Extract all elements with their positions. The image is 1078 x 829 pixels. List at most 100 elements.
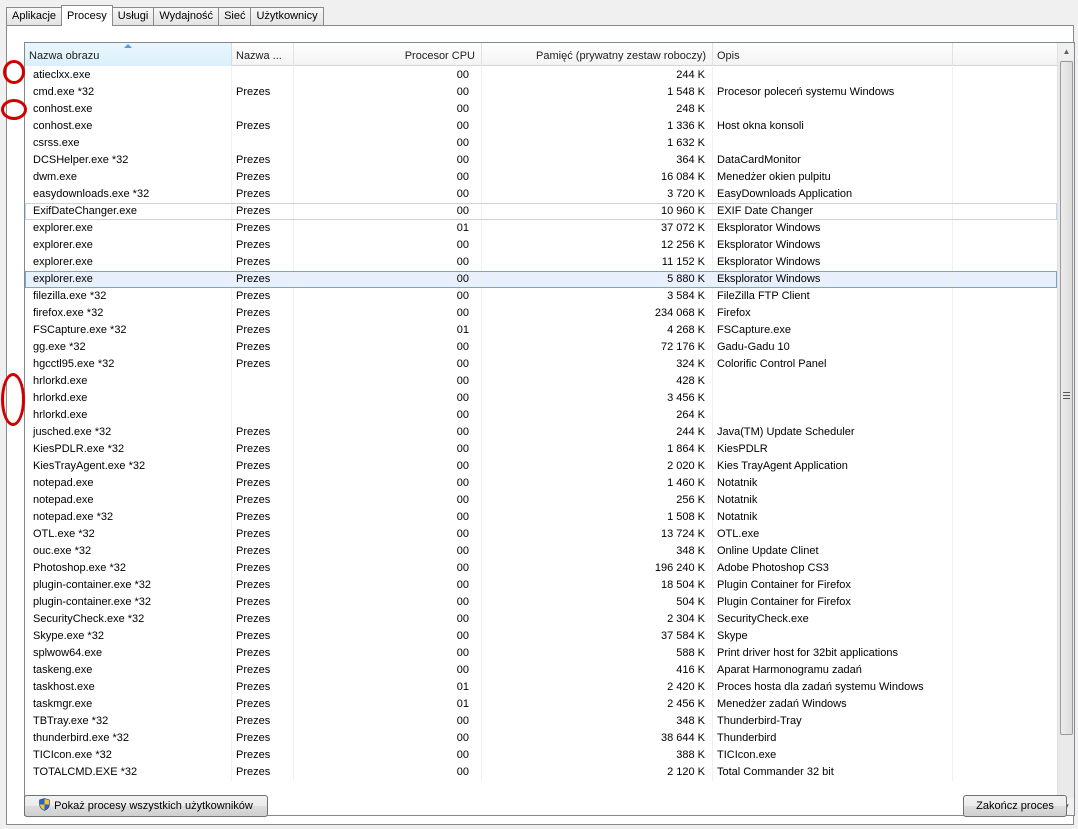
table-row[interactable]: taskeng.exe Prezes 00 416 K Aparat Harmonogr… — [25, 662, 1057, 679]
cell-cpu: 00 — [294, 305, 482, 322]
cell-image-name: DCSHelper.exe *32 — [25, 152, 232, 169]
cell-memory: 1 632 K — [482, 135, 713, 152]
cell-description: Thunderbird-Tray — [713, 713, 953, 730]
cell-memory: 504 K — [482, 594, 713, 611]
table-row[interactable]: cmd.exe *32 Prezes 00 1 548 K Procesor polec… — [25, 84, 1057, 101]
end-process-button[interactable]: Zakończ proces — [963, 795, 1067, 817]
table-row[interactable]: hgcctl95.exe *32 Prezes 00 324 K Colorific C… — [25, 356, 1057, 373]
scroll-up-icon[interactable]: ▲ — [1058, 43, 1074, 60]
cell-description — [713, 135, 953, 152]
cell-cpu: 00 — [294, 118, 482, 135]
table-row[interactable]: conhost.exe Prezes 00 1 336 K Host okna kons… — [25, 118, 1057, 135]
table-row[interactable]: notepad.exe Prezes 00 256 K Notatnik — [25, 492, 1057, 509]
table-row[interactable]: KiesTrayAgent.exe *32 Prezes 00 2 020 K Kies… — [25, 458, 1057, 475]
table-row[interactable]: dwm.exe Prezes 00 16 084 K Menedżer okien pu… — [25, 169, 1057, 186]
cell-description — [713, 101, 953, 118]
cell-cpu: 00 — [294, 356, 482, 373]
cell-cpu: 00 — [294, 84, 482, 101]
scrollbar-thumb[interactable] — [1060, 61, 1073, 735]
vertical-scrollbar[interactable]: ▲ ▼ — [1057, 43, 1074, 815]
tab-użytkownicy[interactable]: Użytkownicy — [250, 7, 324, 25]
table-row[interactable]: FSCapture.exe *32 Prezes 01 4 268 K FSCaptur… — [25, 322, 1057, 339]
cell-memory: 234 068 K — [482, 305, 713, 322]
table-row[interactable]: hrlorkd.exe 00 3 456 K — [25, 390, 1057, 407]
cell-image-name: TOTALCMD.EXE *32 — [25, 764, 232, 781]
table-row[interactable]: explorer.exe Prezes 00 12 256 K Eksplorator … — [25, 237, 1057, 254]
table-row[interactable]: taskhost.exe Prezes 01 2 420 K Proces hosta … — [25, 679, 1057, 696]
cell-cpu: 00 — [294, 407, 482, 424]
tab-sieć[interactable]: Sieć — [218, 7, 252, 25]
processes-panel: Nazwa obrazu Nazwa ... Procesor CPU Pami… — [6, 25, 1075, 825]
table-row[interactable]: csrss.exe 00 1 632 K — [25, 135, 1057, 152]
cell-memory: 248 K — [482, 101, 713, 118]
column-image-name[interactable]: Nazwa obrazu — [25, 43, 232, 66]
table-row[interactable]: SecurityCheck.exe *32 Prezes 00 2 304 K Secu… — [25, 611, 1057, 628]
table-row[interactable]: taskmgr.exe Prezes 01 2 456 K Menedżer zadań… — [25, 696, 1057, 713]
cell-image-name: KiesPDLR.exe *32 — [25, 441, 232, 458]
table-row[interactable]: jusched.exe *32 Prezes 00 244 K Java(TM) Upd… — [25, 424, 1057, 441]
cell-image-name: explorer.exe — [25, 237, 232, 254]
table-row[interactable]: conhost.exe 00 248 K — [25, 101, 1057, 118]
table-row[interactable]: Skype.exe *32 Prezes 00 37 584 K Skype — [25, 628, 1057, 645]
table-row[interactable]: thunderbird.exe *32 Prezes 00 38 644 K Thund… — [25, 730, 1057, 747]
table-row[interactable]: hrlorkd.exe 00 428 K — [25, 373, 1057, 390]
table-row[interactable]: TOTALCMD.EXE *32 Prezes 00 2 120 K Total Com… — [25, 764, 1057, 781]
table-row[interactable]: easydownloads.exe *32 Prezes 00 3 720 K Easy… — [25, 186, 1057, 203]
table-row[interactable]: ExifDateChanger.exe Prezes 00 10 960 K EXIF … — [25, 203, 1057, 220]
table-row[interactable]: gg.exe *32 Prezes 00 72 176 K Gadu-Gadu 10 — [25, 339, 1057, 356]
table-row[interactable]: ouc.exe *32 Prezes 00 348 K Online Update Cl… — [25, 543, 1057, 560]
column-user-name[interactable]: Nazwa ... — [232, 43, 294, 66]
cell-description: Skype — [713, 628, 953, 645]
table-row[interactable]: plugin-container.exe *32 Prezes 00 504 K Plu… — [25, 594, 1057, 611]
tab-aplikacje[interactable]: Aplikacje — [6, 7, 63, 25]
cell-user-name: Prezes — [232, 696, 294, 713]
table-row[interactable]: hrlorkd.exe 00 264 K — [25, 407, 1057, 424]
table-row[interactable]: TICIcon.exe *32 Prezes 00 388 K TICIcon.exe — [25, 747, 1057, 764]
table-row[interactable]: OTL.exe *32 Prezes 00 13 724 K OTL.exe — [25, 526, 1057, 543]
table-row[interactable]: splwow64.exe Prezes 00 588 K Print driver ho… — [25, 645, 1057, 662]
table-row[interactable]: DCSHelper.exe *32 Prezes 00 364 K DataCardMo… — [25, 152, 1057, 169]
tab-usługi[interactable]: Usługi — [111, 7, 155, 25]
table-row[interactable]: Photoshop.exe *32 Prezes 00 196 240 K Adobe … — [25, 560, 1057, 577]
column-cpu[interactable]: Procesor CPU — [294, 43, 482, 66]
cell-image-name: taskmgr.exe — [25, 696, 232, 713]
table-row[interactable]: explorer.exe Prezes 01 37 072 K Eksplorator … — [25, 220, 1057, 237]
tab-procesy[interactable]: Procesy — [61, 5, 113, 26]
cell-description: Notatnik — [713, 492, 953, 509]
cell-description: OTL.exe — [713, 526, 953, 543]
table-row[interactable]: explorer.exe Prezes 00 11 152 K Eksplorator … — [25, 254, 1057, 271]
tab-wydajność[interactable]: Wydajność — [153, 7, 220, 25]
cell-memory: 12 256 K — [482, 237, 713, 254]
cell-memory: 37 584 K — [482, 628, 713, 645]
cell-image-name: hrlorkd.exe — [25, 407, 232, 424]
column-memory[interactable]: Pamięć (prywatny zestaw roboczy) — [482, 43, 713, 66]
cell-cpu: 00 — [294, 458, 482, 475]
table-row[interactable]: notepad.exe Prezes 00 1 460 K Notatnik — [25, 475, 1057, 492]
table-row[interactable]: plugin-container.exe *32 Prezes 00 18 504 K… — [25, 577, 1057, 594]
table-row[interactable]: filezilla.exe *32 Prezes 00 3 584 K FileZill… — [25, 288, 1057, 305]
column-description[interactable]: Opis — [713, 43, 953, 66]
table-row[interactable]: TBTray.exe *32 Prezes 00 348 K Thunderbird-T… — [25, 713, 1057, 730]
cell-memory: 196 240 K — [482, 560, 713, 577]
cell-user-name: Prezes — [232, 288, 294, 305]
cell-image-name: conhost.exe — [25, 118, 232, 135]
cell-description: Eksplorator Windows — [713, 271, 953, 288]
cell-cpu: 00 — [294, 526, 482, 543]
cell-image-name: notepad.exe — [25, 492, 232, 509]
cell-user-name: Prezes — [232, 662, 294, 679]
cell-cpu: 01 — [294, 322, 482, 339]
cell-cpu: 00 — [294, 560, 482, 577]
table-row[interactable]: notepad.exe *32 Prezes 00 1 508 K Notatnik — [25, 509, 1057, 526]
cell-image-name: plugin-container.exe *32 — [25, 577, 232, 594]
process-list[interactable]: Nazwa obrazu Nazwa ... Procesor CPU Pami… — [24, 42, 1075, 816]
show-all-processes-button[interactable]: Pokaż procesy wszystkich użytkowników — [24, 795, 268, 817]
cell-description: Plugin Container for Firefox — [713, 577, 953, 594]
table-row[interactable]: atieclxx.exe 00 244 K — [25, 67, 1057, 84]
table-row[interactable]: KiesPDLR.exe *32 Prezes 00 1 864 K KiesPDLR — [25, 441, 1057, 458]
table-row[interactable]: firefox.exe *32 Prezes 00 234 068 K Firefox — [25, 305, 1057, 322]
cell-user-name: Prezes — [232, 424, 294, 441]
table-row[interactable]: explorer.exe Prezes 00 5 880 K Eksplorator W… — [25, 271, 1057, 288]
cell-image-name: notepad.exe *32 — [25, 509, 232, 526]
cell-image-name: filezilla.exe *32 — [25, 288, 232, 305]
cell-description — [713, 67, 953, 84]
